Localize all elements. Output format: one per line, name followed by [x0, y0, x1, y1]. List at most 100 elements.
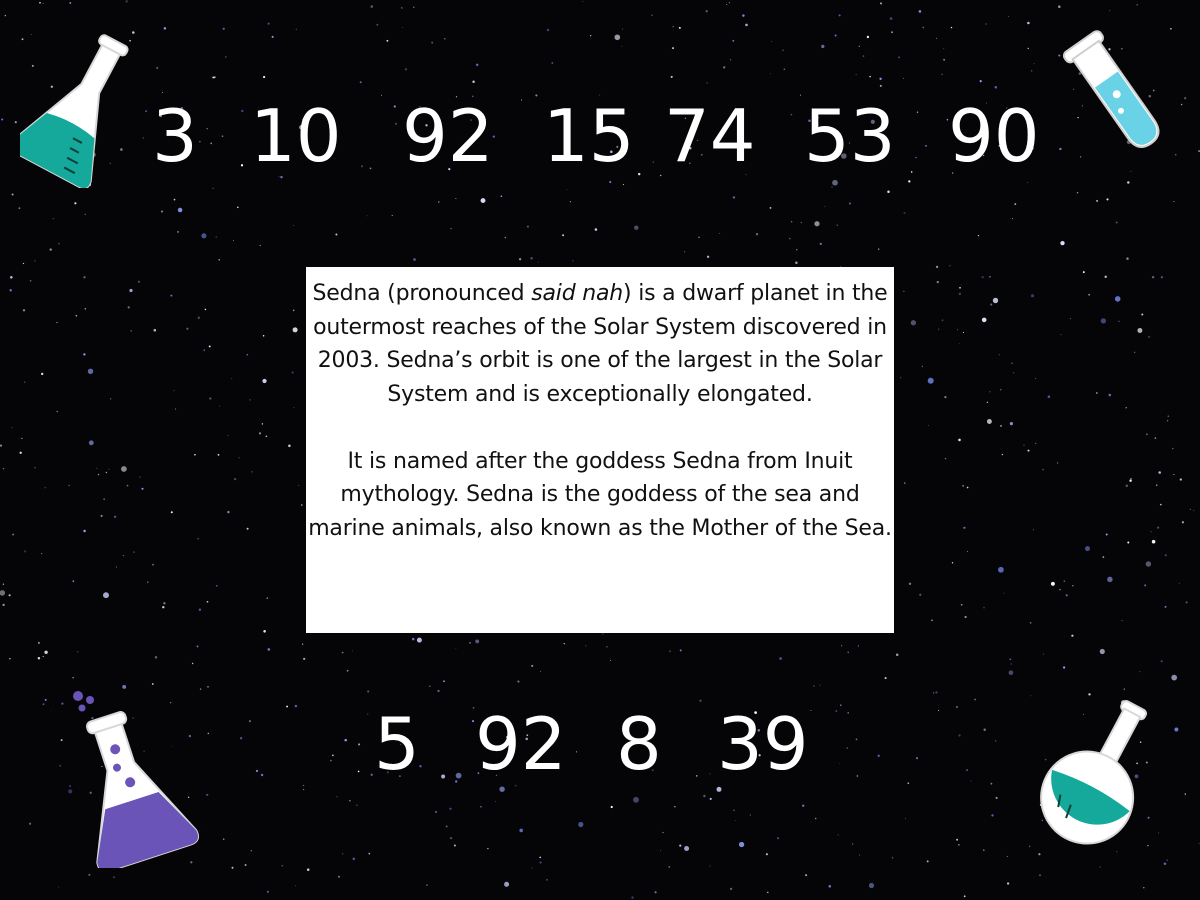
star	[39, 2, 41, 4]
star	[413, 6, 415, 8]
star	[295, 28, 297, 30]
star	[215, 584, 218, 587]
star	[404, 68, 407, 71]
star	[88, 440, 94, 446]
star	[206, 793, 209, 797]
star	[837, 834, 839, 836]
star	[958, 844, 960, 846]
star	[1150, 531, 1152, 533]
star	[1181, 521, 1185, 524]
star	[958, 292, 962, 296]
star	[546, 28, 550, 32]
star	[56, 321, 58, 324]
star	[991, 814, 994, 817]
star	[1125, 484, 1129, 487]
star	[259, 244, 261, 247]
star	[857, 645, 859, 647]
star	[1096, 199, 1099, 202]
star	[668, 865, 671, 868]
star	[1189, 508, 1192, 510]
star	[335, 233, 338, 236]
star	[1060, 240, 1065, 246]
star	[1008, 670, 1014, 676]
star	[1143, 887, 1145, 889]
star	[1058, 5, 1061, 8]
star	[799, 94, 802, 96]
star	[475, 639, 480, 644]
star	[386, 39, 389, 42]
star	[42, 2, 44, 4]
star	[24, 381, 26, 384]
star	[1134, 351, 1136, 353]
star	[83, 529, 86, 533]
star	[745, 23, 748, 27]
star	[838, 14, 841, 17]
star	[1085, 546, 1090, 552]
star	[83, 276, 86, 279]
star	[729, 887, 733, 891]
star	[292, 309, 295, 312]
star	[153, 328, 157, 332]
star	[1000, 424, 1002, 427]
star	[49, 248, 52, 251]
star	[974, 698, 976, 701]
star	[88, 873, 91, 876]
number-item: 5	[374, 702, 420, 786]
star	[805, 874, 808, 877]
number-item: 90	[948, 94, 1040, 178]
star	[1071, 634, 1074, 637]
star	[8, 594, 11, 597]
star	[1027, 449, 1030, 452]
star	[1099, 648, 1105, 655]
star	[480, 198, 486, 204]
star	[782, 49, 784, 51]
star	[563, 642, 565, 645]
star	[2, 467, 5, 470]
star	[170, 511, 173, 514]
star	[1099, 866, 1101, 868]
star	[29, 280, 32, 282]
star	[951, 562, 954, 564]
star	[869, 75, 871, 78]
star	[1171, 674, 1178, 681]
star	[1154, 437, 1157, 439]
star	[1178, 582, 1180, 584]
star	[983, 849, 985, 851]
star	[671, 47, 675, 50]
star	[848, 202, 851, 205]
star	[265, 435, 268, 438]
star	[813, 685, 815, 687]
star	[236, 206, 239, 209]
star	[1137, 328, 1143, 333]
star	[814, 221, 820, 227]
star	[130, 330, 133, 332]
star	[1006, 882, 1010, 885]
star	[859, 854, 861, 856]
star	[177, 207, 183, 213]
star	[706, 82, 708, 84]
star	[218, 405, 220, 407]
star	[224, 56, 227, 58]
star	[19, 451, 22, 454]
star	[349, 800, 351, 802]
star	[1100, 318, 1107, 324]
star	[895, 653, 899, 657]
star	[126, 484, 129, 487]
star	[1033, 529, 1034, 531]
star	[2, 583, 5, 585]
star	[338, 875, 340, 878]
star	[1009, 658, 1012, 661]
star	[1179, 478, 1182, 481]
star	[684, 846, 690, 851]
star	[742, 14, 745, 17]
number-item: 74	[664, 94, 756, 178]
star	[900, 377, 902, 379]
star	[1118, 320, 1120, 323]
star	[1108, 393, 1112, 397]
star	[1160, 660, 1163, 663]
number-item: 92	[475, 702, 567, 786]
star	[1121, 620, 1123, 621]
star	[44, 698, 47, 701]
info-card: Sedna (pronounced said nah) is a dwarf p…	[306, 267, 894, 633]
star	[74, 202, 77, 205]
